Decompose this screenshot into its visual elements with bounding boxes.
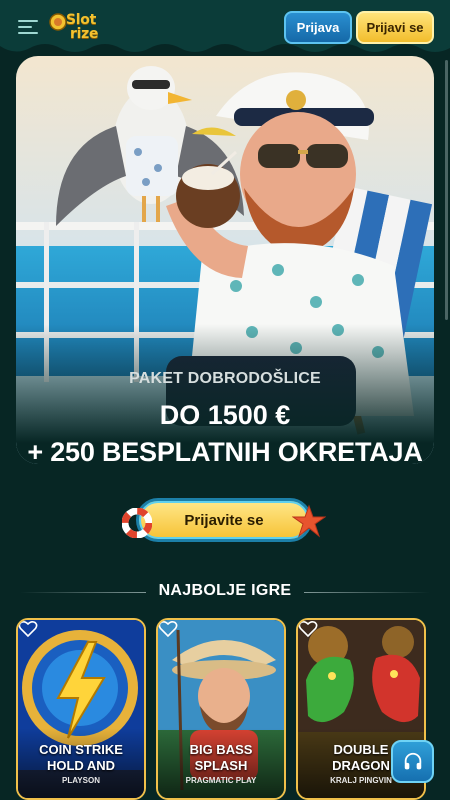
heart-icon[interactable] xyxy=(18,620,38,638)
support-chat-button[interactable] xyxy=(391,740,434,783)
page: Slot rize Prijava Prijavi se PAKET DOBRO… xyxy=(0,0,450,800)
hero-label: PAKET DOBRODOŠLICE xyxy=(129,370,321,387)
starfish-icon xyxy=(292,504,326,538)
game-title-line-1: COIN STRIKE xyxy=(39,742,123,757)
site-logo[interactable]: Slot rize xyxy=(48,10,106,44)
game-card-coin-strike[interactable]: COIN STRIKE HOLD AND PLAYSON xyxy=(16,618,146,800)
hero-amount: DO 1500 € xyxy=(159,400,291,430)
heart-icon[interactable] xyxy=(158,620,178,638)
game-provider: PRAGMATIC PLAY xyxy=(185,776,257,785)
section-divider-right xyxy=(304,592,430,593)
page-scrollbar[interactable] xyxy=(445,60,448,320)
logo-word-1: Slot xyxy=(66,12,96,28)
game-title-line-2: SPLASH xyxy=(194,758,248,773)
game-title-line-2: HOLD AND xyxy=(46,758,116,773)
login-button[interactable]: Prijava xyxy=(284,11,352,44)
game-title: BIG BASS SPLASH xyxy=(158,742,284,774)
game-card-big-bass-splash[interactable]: BIG BASS SPLASH PRAGMATIC PLAY xyxy=(156,618,286,800)
top-header: Slot rize Prijava Prijavi se xyxy=(0,0,450,60)
hero-free-spins: + 250 BESPLATNIH OKRETAJA xyxy=(27,437,423,467)
logo-coin-icon xyxy=(49,13,67,31)
game-title-line-1: BIG BASS xyxy=(189,742,253,757)
register-button[interactable]: Prijavi se xyxy=(356,11,434,44)
cta-group: Prijavite se xyxy=(122,494,328,550)
headset-icon xyxy=(404,752,421,769)
game-provider: PLAYSON xyxy=(62,776,100,785)
hamburger-icon[interactable] xyxy=(18,19,38,35)
logo-word-2: rize xyxy=(70,26,99,42)
game-title: COIN STRIKE HOLD AND xyxy=(18,742,144,774)
signup-cta-button[interactable]: Prijavite se xyxy=(136,498,312,542)
heart-icon[interactable] xyxy=(298,620,318,638)
lifebuoy-icon xyxy=(122,508,152,538)
section-title: NAJBOLJE IGRE xyxy=(158,582,292,599)
